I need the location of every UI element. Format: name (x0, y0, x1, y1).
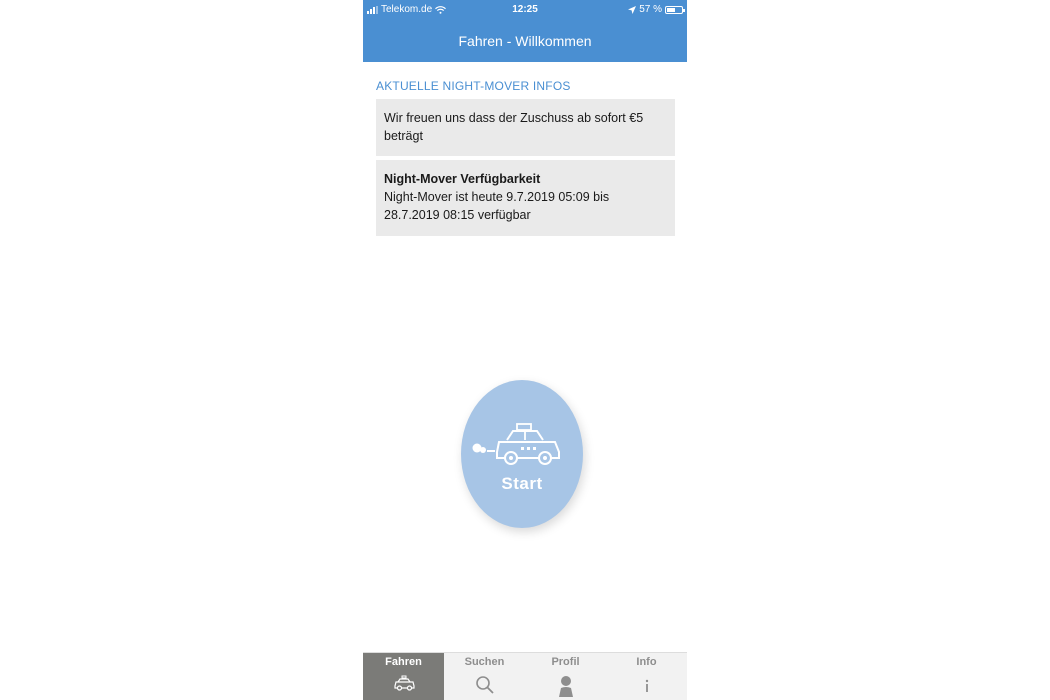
status-bar: Telekom.de 12:25 57 % (363, 0, 687, 20)
start-button[interactable]: Start (461, 380, 583, 528)
info-icon (645, 679, 648, 692)
tab-label: Fahren (385, 656, 422, 668)
tab-profil[interactable]: Profil (525, 653, 606, 700)
search-icon (475, 676, 494, 694)
info-card-title: Night-Mover Verfügbarkeit (384, 172, 541, 186)
tab-bar: Fahren Suchen Profil Info (363, 652, 687, 700)
info-card: Wir freuen uns dass der Zuschuss ab sofo… (376, 99, 675, 156)
battery-percent: 57 % (639, 4, 662, 15)
phone-screen: Telekom.de 12:25 57 % Fahren - Willkomme… (363, 0, 687, 700)
info-card-text: Night-Mover ist heute 9.7.2019 05:09 bis… (384, 190, 610, 222)
location-arrow-icon (628, 5, 637, 14)
taxi-icon (472, 423, 560, 465)
status-right: 57 % (628, 4, 685, 15)
infos-section-header: AKTUELLE NIGHT-MOVER INFOS (376, 79, 571, 93)
top-bar: Telekom.de 12:25 57 % Fahren - Willkomme… (363, 0, 687, 62)
taxi-icon (393, 675, 415, 691)
start-button-label: Start (501, 474, 543, 493)
info-card-text: Wir freuen uns dass der Zuschuss ab sofo… (384, 111, 644, 143)
battery-icon (665, 5, 685, 14)
tab-suchen[interactable]: Suchen (444, 653, 525, 700)
nav-title: Fahren - Willkommen (458, 33, 592, 49)
tab-fahren[interactable]: Fahren (363, 653, 444, 700)
tab-label: Profil (551, 656, 580, 668)
person-icon (558, 676, 573, 697)
tab-info[interactable]: Info (606, 653, 687, 700)
tab-label: Suchen (464, 656, 505, 668)
info-card: Night-Mover Verfügbarkeit Night-Mover is… (376, 160, 675, 236)
tab-label: Info (636, 656, 657, 668)
